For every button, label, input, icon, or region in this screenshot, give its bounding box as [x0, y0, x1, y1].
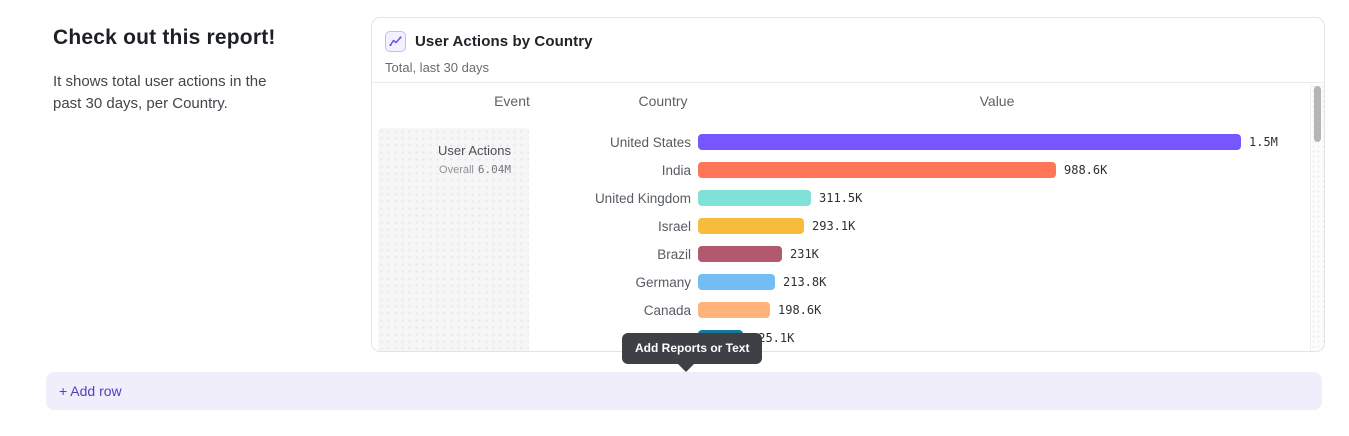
country-label: United Kingdom — [372, 191, 691, 206]
chart-row: India 988.6K — [372, 156, 1310, 184]
intro-heading: Check out this report! — [53, 26, 303, 50]
intro-description: It shows total user actions in the past … — [53, 71, 289, 115]
add-reports-tooltip: Add Reports or Text — [622, 333, 762, 364]
chart-row: Canada 198.6K — [372, 296, 1310, 324]
value-bar[interactable] — [698, 302, 770, 318]
tooltip-caret-icon — [678, 364, 694, 372]
scrollbar-track[interactable] — [1310, 84, 1324, 351]
value-label: 311.5K — [819, 191, 862, 205]
scrollbar-thumb[interactable] — [1314, 86, 1321, 142]
value-bar[interactable] — [698, 246, 782, 262]
chart-row: Israel 293.1K — [372, 212, 1310, 240]
bar-chart-area: User Actions Overall6.04M United States1… — [372, 84, 1324, 351]
report-card[interactable]: User Actions by Country Total, last 30 d… — [371, 17, 1325, 352]
add-row-button[interactable]: + Add row — [46, 372, 1322, 410]
value-bar[interactable] — [698, 162, 1056, 178]
report-card-header: User Actions by Country Total, last 30 d… — [372, 18, 1324, 83]
chart-row: France125.1K — [372, 324, 1310, 351]
tooltip-label: Add Reports or Text — [635, 341, 749, 355]
value-bar[interactable] — [698, 134, 1241, 150]
report-subtitle: Total, last 30 days — [385, 60, 489, 75]
country-label: Israel — [372, 219, 691, 234]
value-label: 988.6K — [1064, 163, 1107, 177]
value-label: 231K — [790, 247, 819, 261]
chart-row: United Kingdom 311.5K — [372, 184, 1310, 212]
intro-text-block: Check out this report! It shows total us… — [53, 26, 303, 115]
value-bar[interactable] — [698, 218, 804, 234]
value-label: 1.5M — [1249, 135, 1278, 149]
report-title: User Actions by Country — [415, 33, 593, 50]
value-bar[interactable] — [698, 190, 811, 206]
chart-row: Brazil 231K — [372, 240, 1310, 268]
country-label: United States — [372, 135, 691, 150]
add-row-label: + Add row — [59, 383, 122, 399]
value-label: 198.6K — [778, 303, 821, 317]
country-label: India — [372, 163, 691, 178]
value-label: 213.8K — [783, 275, 826, 289]
country-label: Germany — [372, 275, 691, 290]
line-chart-icon — [385, 31, 406, 52]
value-bar[interactable] — [698, 274, 775, 290]
country-label: Brazil — [372, 247, 691, 262]
country-label: Canada — [372, 303, 691, 318]
chart-row: Germany 213.8K — [372, 268, 1310, 296]
value-label: 293.1K — [812, 219, 855, 233]
header-divider — [372, 82, 1324, 83]
chart-row: United States 1.5M — [372, 128, 1310, 156]
